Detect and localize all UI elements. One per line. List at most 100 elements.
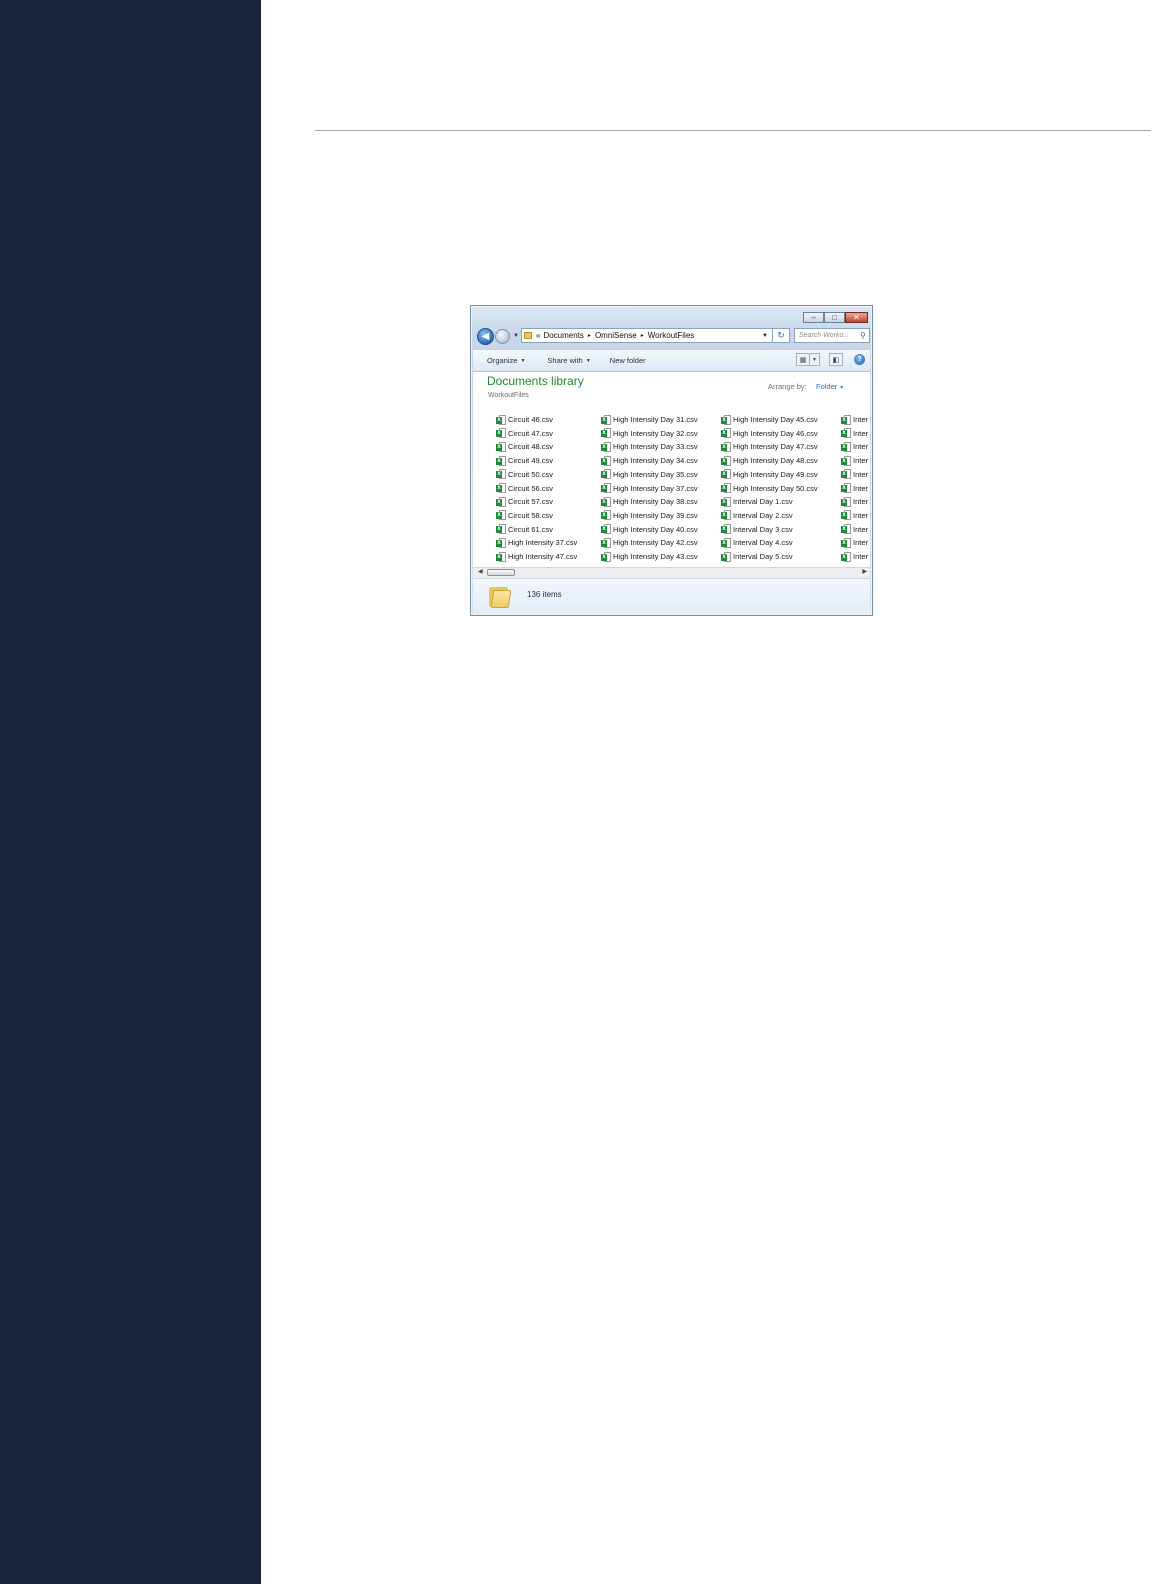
view-dropdown-icon[interactable]: ▼ [810, 353, 820, 366]
scroll-right-icon[interactable]: ▶ [862, 568, 867, 575]
address-dropdown-icon[interactable]: ▼ [762, 333, 768, 339]
file-item[interactable]: High Intensity Day 35.csv [601, 469, 698, 480]
arrange-by-dropdown[interactable]: Folder ▼ [816, 382, 844, 391]
scroll-left-icon[interactable]: ◀ [478, 568, 483, 575]
file-name: High Intensity Day 40.csv [613, 524, 698, 534]
organize-button[interactable]: Organize ▼ [487, 356, 525, 365]
file-name: Inter [853, 538, 869, 548]
file-item[interactable]: High Intensity Day 50.csv [721, 483, 818, 494]
file-item[interactable]: Circuit 58.csv [496, 510, 553, 521]
file-item[interactable]: High Intensity Day 40.csv [601, 524, 698, 535]
file-name: High Intensity Day 42.csv [613, 538, 698, 548]
file-item[interactable]: Interval Day 3.csv [721, 524, 793, 535]
excel-csv-icon [841, 469, 851, 480]
file-item[interactable]: Circuit 56.csv [496, 483, 553, 494]
file-item[interactable]: Interval Day 1.csv [721, 496, 793, 507]
file-name: High Intensity Day 37.csv [613, 483, 698, 493]
help-icon[interactable]: ? [854, 354, 865, 365]
chevron-down-icon: ▼ [839, 385, 845, 391]
file-item[interactable]: Circuit 49.csv [496, 455, 553, 466]
forward-arrow-icon[interactable] [495, 329, 510, 344]
file-item[interactable]: High Intensity Day 43.csv [601, 551, 698, 562]
search-icon[interactable]: ⚲ [860, 331, 866, 340]
back-arrow-icon[interactable]: ◀ [477, 328, 494, 345]
file-item[interactable]: Interval Day 2.csv [721, 510, 793, 521]
excel-csv-icon [601, 537, 611, 548]
file-item[interactable]: Inter [841, 414, 868, 425]
refresh-icon[interactable]: ↻ [773, 328, 790, 343]
file-item[interactable]: Inter [841, 551, 868, 562]
new-folder-button[interactable]: New folder [610, 356, 646, 365]
excel-csv-icon [841, 455, 851, 466]
horizontal-scrollbar[interactable]: ◀ ▶ [473, 567, 870, 578]
file-name: High Intensity Day 31.csv [613, 415, 698, 424]
file-item[interactable]: Circuit 47.csv [496, 428, 553, 439]
file-name: Inter [853, 524, 869, 534]
excel-csv-icon [496, 496, 506, 507]
file-item[interactable]: High Intensity Day 48.csv [721, 455, 818, 466]
change-view-icon[interactable]: ▦ [796, 353, 810, 366]
file-item[interactable]: Interval Day 4.csv [721, 537, 793, 548]
folder-icon [488, 585, 512, 608]
file-item[interactable]: Circuit 46.csv [496, 414, 553, 425]
close-button[interactable]: ✕ [845, 312, 868, 323]
file-name: Inter [853, 483, 869, 493]
file-item[interactable]: High Intensity Day 45.csv [721, 414, 818, 425]
breadcrumb-separator-icon[interactable]: ▸ [641, 332, 644, 339]
file-item[interactable]: High Intensity Day 38.csv [601, 496, 698, 507]
excel-csv-icon [601, 551, 611, 562]
file-item[interactable]: Interval Day 5.csv [721, 551, 793, 562]
search-placeholder: Search Worko... [799, 332, 850, 339]
view-controls: ▦ ▼ ◧ ? [796, 353, 865, 366]
file-item[interactable]: Inter [841, 496, 868, 507]
file-item[interactable]: Inter [841, 483, 868, 494]
file-name: High Intensity Day 46.csv [733, 428, 818, 438]
file-item[interactable]: High Intensity Day 33.csv [601, 441, 698, 452]
file-item[interactable]: High Intensity Day 42.csv [601, 537, 698, 548]
file-name: High Intensity Day 38.csv [613, 497, 698, 507]
file-item[interactable]: Inter [841, 537, 868, 548]
file-name: Inter [853, 469, 869, 479]
excel-csv-icon [721, 414, 731, 425]
file-item[interactable]: Circuit 57.csv [496, 496, 553, 507]
file-item[interactable]: High Intensity Day 39.csv [601, 510, 698, 521]
file-item[interactable]: Inter [841, 428, 868, 439]
library-subtitle: WorkoutFiles [488, 392, 529, 399]
breadcrumb-documents[interactable]: Documents [543, 331, 583, 340]
excel-csv-icon [721, 537, 731, 548]
scrollbar-thumb[interactable] [487, 569, 515, 576]
minimize-button[interactable]: – [803, 312, 824, 323]
recent-pages-dropdown-icon[interactable]: ▼ [513, 333, 519, 339]
file-item[interactable]: Circuit 50.csv [496, 469, 553, 480]
breadcrumb-separator-icon[interactable]: ▸ [588, 332, 591, 339]
file-item[interactable]: High Intensity Day 49.csv [721, 469, 818, 480]
breadcrumb-workoutfiles[interactable]: WorkoutFiles [648, 331, 695, 340]
file-name: Interval Day 5.csv [733, 552, 793, 561]
file-item[interactable]: High Intensity Day 37.csv [601, 483, 698, 494]
file-item[interactable]: Circuit 61.csv [496, 524, 553, 535]
file-item[interactable]: High Intensity Day 32.csv [601, 428, 698, 439]
excel-csv-icon [496, 414, 506, 425]
arrange-by-label: Arrange by: [768, 382, 807, 391]
file-item[interactable]: High Intensity Day 34.csv [601, 455, 698, 466]
excel-csv-icon [496, 441, 506, 452]
file-item[interactable]: High Intensity Day 31.csv [601, 414, 698, 425]
file-item[interactable]: Inter [841, 524, 868, 535]
file-item[interactable]: Circuit 48.csv [496, 441, 553, 452]
file-item[interactable]: Inter [841, 510, 868, 521]
file-item[interactable]: High Intensity Day 47.csv [721, 441, 818, 452]
file-item[interactable]: High Intensity Day 46.csv [721, 428, 818, 439]
file-name: Inter [853, 497, 869, 507]
share-with-button[interactable]: Share with ▼ [547, 356, 590, 365]
file-item[interactable]: Inter [841, 469, 868, 480]
maximize-button[interactable]: □ [824, 312, 845, 323]
file-item[interactable]: High Intensity 47.csv [496, 551, 577, 562]
file-item[interactable]: Inter [841, 441, 868, 452]
file-item[interactable]: Inter [841, 455, 868, 466]
breadcrumb-omnisense[interactable]: OmniSense [595, 331, 637, 340]
address-bar[interactable]: « Documents ▸ OmniSense ▸ WorkoutFiles ▼ [521, 328, 773, 343]
file-name: High Intensity Day 34.csv [613, 456, 698, 466]
file-item[interactable]: High Intensity 37.csv [496, 537, 577, 548]
preview-pane-icon[interactable]: ◧ [829, 353, 843, 366]
search-input[interactable]: Search Worko... ⚲ [794, 328, 870, 343]
